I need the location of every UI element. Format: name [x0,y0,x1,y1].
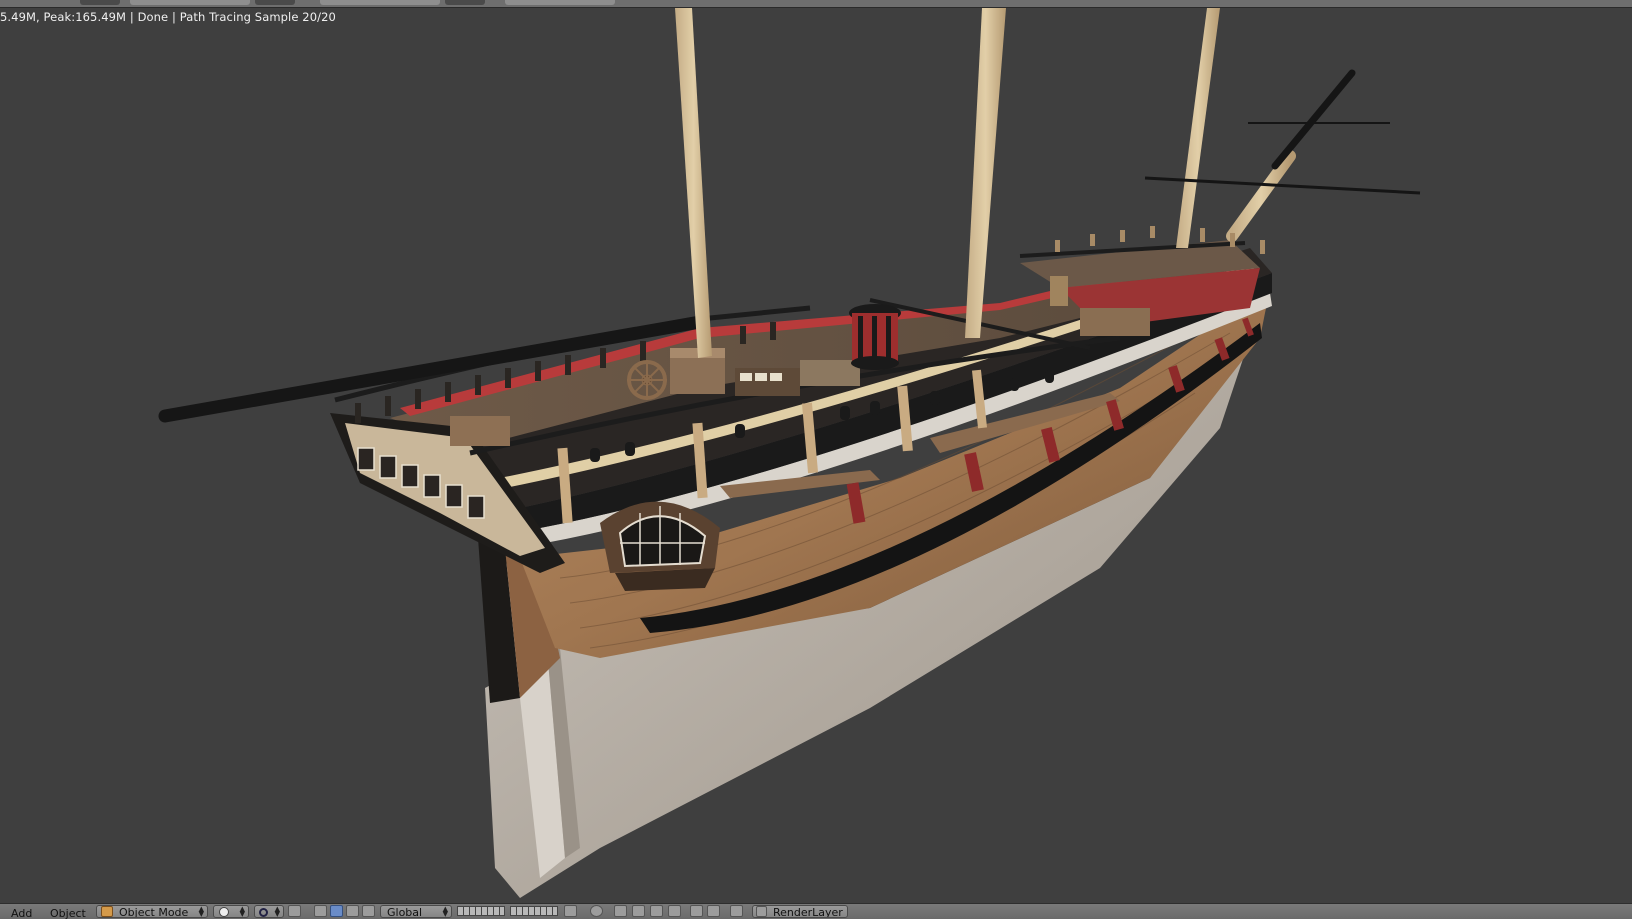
proportional-edit-icon[interactable] [590,905,603,917]
quarter-gallery [600,501,720,591]
render-animation-icon[interactable] [707,905,720,917]
pivot-align-icon[interactable] [288,905,301,917]
magnet-icon[interactable] [614,905,627,917]
ships-wheel [627,360,667,400]
top-header-strip [0,0,1632,8]
mode-selector-label: Object Mode [119,906,189,918]
viewport-header: Add Object Object Mode ▲ ▼ ▲ ▼ ▲ ▼ Global ▲… [0,903,1632,919]
menu-object[interactable]: Object [50,907,86,919]
scene-selector[interactable] [320,0,440,5]
cube-icon [101,906,113,917]
mode-selector[interactable]: Object Mode ▲ ▼ [96,905,208,918]
render-status-text: 5.49M, Peak:165.49M | Done | Path Tracin… [0,10,336,24]
snap-target-icon[interactable] [650,905,663,917]
menu-add[interactable]: Add [11,907,32,919]
top-header-segment [255,0,295,5]
translate-manipulator-icon[interactable] [330,905,343,917]
layer-lock-icon[interactable] [564,905,577,917]
render-layer-selector[interactable]: RenderLayer [752,905,848,918]
transform-orientation-selector[interactable]: Global ▲ ▼ [380,905,452,918]
render-layer-icon [756,906,767,917]
layers-grid-icon[interactable] [457,906,505,916]
snap-element-icon[interactable] [632,905,645,917]
updown-arrows-icon: ▲ ▼ [239,905,245,918]
top-header-segment [445,0,485,5]
snap-align-icon[interactable] [668,905,681,917]
pivot-icon [259,908,268,917]
updown-arrows-icon: ▲ ▼ [198,905,204,918]
top-header-segment [80,0,120,5]
orientation-label: Global [387,906,423,918]
capstan [849,304,901,370]
updown-arrows-icon: ▲ ▼ [442,905,448,918]
pause-icon[interactable] [730,905,743,917]
render-still-icon[interactable] [690,905,703,917]
render-engine-selector[interactable] [505,0,615,5]
transform-manipulator-icon[interactable] [314,905,327,917]
render-layer-label: RenderLayer [773,906,843,918]
3d-viewport[interactable] [0,8,1632,903]
screen-selector[interactable] [130,0,250,5]
scale-manipulator-icon[interactable] [362,905,375,917]
updown-arrows-icon: ▲ ▼ [274,905,280,918]
rotate-manipulator-icon[interactable] [346,905,359,917]
viewport-shading-selector[interactable]: ▲ ▼ [213,905,249,918]
pivot-selector[interactable]: ▲ ▼ [254,905,284,918]
sphere-icon [219,907,229,917]
layers-grid-icon[interactable] [510,906,558,916]
